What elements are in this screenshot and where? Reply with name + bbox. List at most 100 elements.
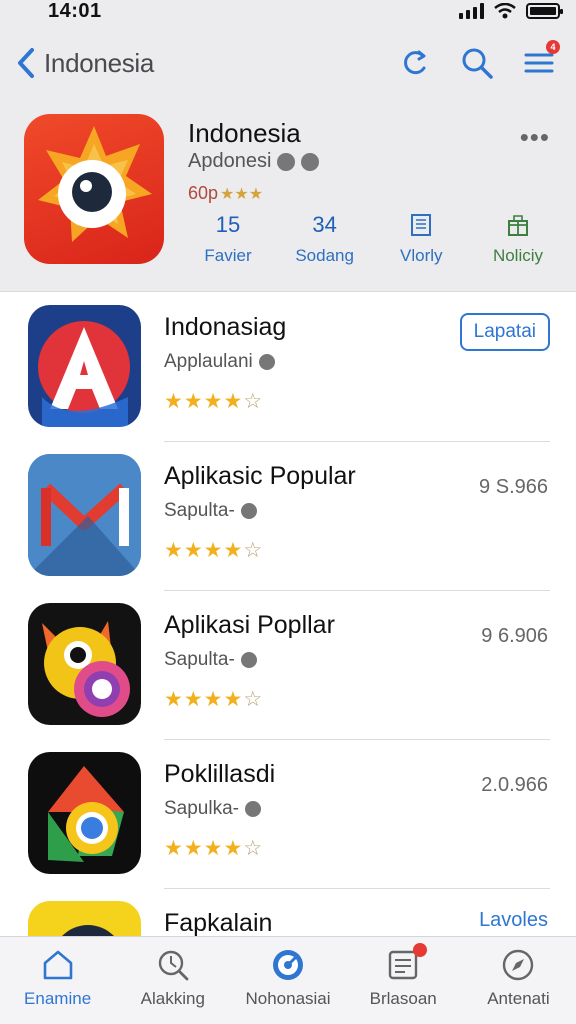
- app-list: Indonasiag Applaulani ★★★★☆ Lapatai Apli…: [0, 293, 576, 1024]
- app-category: Applaulani: [164, 351, 253, 372]
- empty-star: ☆: [243, 390, 264, 413]
- battery-icon: [526, 3, 563, 19]
- update-button[interactable]: Lapatai: [459, 313, 550, 351]
- app-subtitle: Apdonesi: [188, 150, 272, 172]
- stat-ongoing[interactable]: 34 Sodang: [285, 212, 365, 266]
- chrome-icon: [48, 766, 124, 862]
- status-icons: [459, 3, 563, 19]
- list-item[interactable]: Aplikasic Popular Sapulta- ★★★★☆ 9 S.966: [0, 442, 576, 591]
- app-title: Indonesia: [188, 118, 301, 148]
- app-icon: [28, 305, 141, 427]
- download-count: 9 6.906: [481, 625, 548, 647]
- download-count: 2.0.966: [481, 774, 548, 796]
- fox-mascot-icon: [42, 621, 130, 717]
- app-name: Aplikasic Popular: [164, 462, 356, 490]
- globe-icon: [273, 950, 303, 980]
- app-icon: [28, 752, 141, 874]
- nav-actions: 4: [398, 40, 560, 80]
- app-name: Poklillasdi: [164, 760, 276, 788]
- empty-star: ☆: [243, 837, 264, 860]
- app-category-row: Sapulta-: [164, 500, 257, 522]
- tab-label: Enamine: [24, 989, 92, 1008]
- tab-news[interactable]: Brlasoan: [346, 937, 461, 1024]
- back-button[interactable]: Indonesia: [14, 46, 154, 80]
- stat-value: 15: [215, 212, 241, 237]
- tab-explore[interactable]: Antenati: [461, 937, 576, 1024]
- stat-label: Vlorly: [400, 246, 443, 265]
- rating-stars: ★★★★☆: [164, 538, 263, 563]
- verified-icon: [277, 152, 296, 171]
- tab-label: Nohonasiai: [245, 989, 331, 1008]
- wifi-icon: [494, 3, 516, 19]
- notification-badge-icon: [413, 943, 428, 957]
- info-icon: [258, 354, 275, 370]
- stat-value: 34: [312, 212, 337, 237]
- rating-stars: ★★★★☆: [164, 687, 263, 712]
- rating-stars: ★★★★☆: [164, 389, 263, 414]
- app-icon: [28, 603, 141, 725]
- filled-stars: ★★★★: [164, 390, 244, 413]
- tab-search[interactable]: Alakking: [115, 937, 230, 1024]
- stat-label: Noliciy: [492, 246, 543, 265]
- app-category: Sapulta-: [164, 649, 235, 670]
- app-subtitle-row: Apdonesi: [188, 150, 320, 173]
- chevron-left-icon: [18, 48, 34, 78]
- app-category-row: Sapulka-: [164, 798, 261, 820]
- list-item[interactable]: Aplikasi Popllar Sapulta- ★★★★☆ 9 6.906: [0, 591, 576, 740]
- home-icon: [43, 950, 72, 980]
- stat-vlorly[interactable]: Vlorly: [381, 212, 461, 266]
- nav-bar: Indonesia 4: [0, 40, 576, 86]
- rating-stars: ★★★★☆: [164, 836, 263, 861]
- tab-label: Brlasoan: [369, 989, 437, 1008]
- see-more-link[interactable]: Lavoles: [479, 909, 548, 932]
- app-category-row: Applaulani: [164, 351, 275, 373]
- info-icon: [245, 801, 261, 817]
- status-bar: 14:01: [0, 0, 576, 28]
- edit-icon: [301, 152, 320, 171]
- list-item[interactable]: Poklillasdi Sapulka- ★★★★☆ 2.0.966: [0, 740, 576, 889]
- tab-label: Antenati: [487, 989, 550, 1008]
- building-icon: [411, 214, 432, 236]
- more-button[interactable]: •••: [520, 122, 550, 153]
- signal-icon: [459, 3, 484, 19]
- search-icon: [462, 48, 493, 79]
- app-name: Aplikasi Popllar: [164, 611, 335, 639]
- app-header: Indonesia 4 Indonesia Apdonesi 60p ★★★ •…: [0, 28, 576, 292]
- app-icon[interactable]: [24, 114, 164, 264]
- mail-icon: [28, 454, 141, 576]
- app-category-row: Sapulta-: [164, 649, 257, 671]
- tab-bar: Enamine Alakking Nohonasiai Brlasoan Ant…: [0, 936, 576, 1024]
- stat-noliciy[interactable]: Noliciy: [478, 212, 558, 266]
- compass-icon: [503, 949, 534, 981]
- refresh-icon: [404, 50, 426, 75]
- menu-button[interactable]: 4: [522, 40, 560, 80]
- tab-label: Alakking: [140, 989, 205, 1008]
- filled-stars: ★★★★: [164, 837, 244, 860]
- app-category: Sapulka-: [164, 798, 239, 819]
- gift-icon: [507, 215, 528, 236]
- eye-mascot-icon: [38, 126, 152, 242]
- search-button[interactable]: [460, 46, 494, 80]
- app-name: Fapkalain: [164, 909, 273, 937]
- app-name: Indonasiag: [164, 313, 287, 341]
- stat-label: Favier: [204, 246, 252, 265]
- rating-stars: ★★★: [220, 185, 264, 203]
- status-time: 14:01: [48, 0, 102, 22]
- tag-icon: [240, 503, 257, 519]
- empty-star: ☆: [243, 688, 264, 711]
- filled-stars: ★★★★: [164, 688, 244, 711]
- app-stats: 15 Favier 34 Sodang Vlorly Noliciy: [188, 212, 558, 266]
- refresh-button[interactable]: [398, 46, 432, 80]
- back-label: Indonesia: [44, 47, 155, 78]
- stat-label: Sodang: [295, 246, 354, 265]
- app-icon: [28, 454, 141, 576]
- list-item[interactable]: Indonasiag Applaulani ★★★★☆ Lapatai: [0, 293, 576, 442]
- app-rating: 60p ★★★: [188, 183, 263, 204]
- empty-star: ☆: [243, 539, 264, 562]
- tab-home[interactable]: Enamine: [0, 937, 115, 1024]
- tab-globe[interactable]: Nohonasiai: [230, 937, 345, 1024]
- rating-text: 60p: [188, 183, 219, 203]
- stat-favorites[interactable]: 15 Favier: [188, 212, 268, 266]
- menu-badge: 4: [546, 40, 560, 54]
- info-icon: [240, 652, 257, 668]
